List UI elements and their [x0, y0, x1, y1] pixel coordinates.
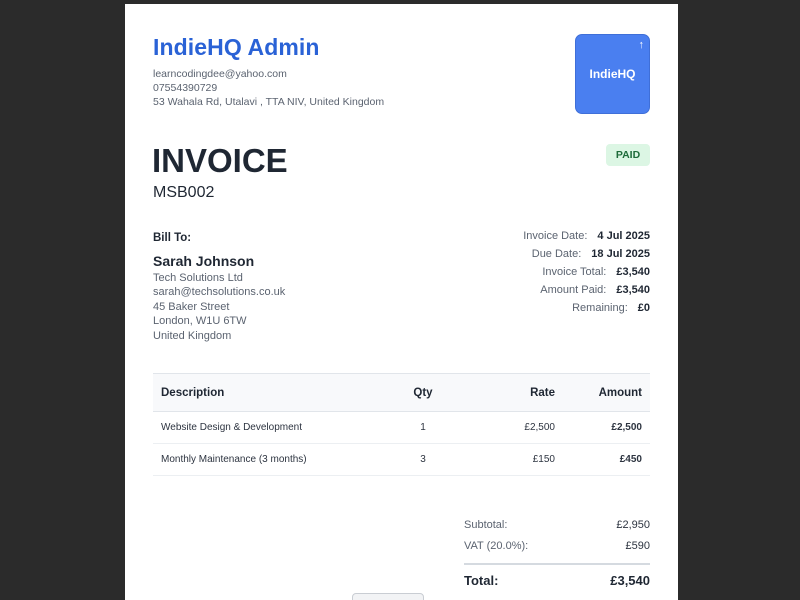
- totals-section: Subtotal: £2,950 VAT (20.0%): £590 Total…: [464, 514, 650, 588]
- company-phone: 07554390729: [153, 82, 218, 94]
- line-items-table: Description Qty Rate Amount Website Desi…: [153, 373, 650, 476]
- row-amount: £450: [563, 443, 650, 476]
- invoice-summary: Invoice Date: 4 Jul 2025 Due Date: 18 Ju…: [400, 230, 650, 320]
- row-description: Monthly Maintenance (3 months): [153, 443, 393, 476]
- client-name: Sarah Johnson: [153, 253, 255, 269]
- row-rate: £2,500: [453, 411, 563, 444]
- client-country: United Kingdom: [153, 330, 232, 342]
- summary-row-invoice-date: Invoice Date: 4 Jul 2025: [400, 230, 650, 248]
- summary-row-invoice-total: Invoice Total: £3,540: [400, 266, 650, 284]
- client-email: sarah@techsolutions.co.uk: [153, 286, 286, 298]
- client-city: London, W1U 6TW: [153, 315, 247, 327]
- bill-to-label: Bill To:: [153, 232, 192, 244]
- table-row: Website Design & Development 1 £2,500 £2…: [153, 411, 650, 444]
- summary-row-due-date: Due Date: 18 Jul 2025: [400, 248, 650, 266]
- client-street: 45 Baker Street: [153, 301, 230, 313]
- column-header-qty: Qty: [393, 373, 453, 412]
- row-amount: £2,500: [563, 411, 650, 444]
- grand-total-row: Total: £3,540: [464, 573, 650, 588]
- vat-value: £590: [625, 539, 650, 552]
- column-header-amount: Amount: [563, 373, 650, 412]
- invoice-page: IndieHQ Admin learncodingdee@yahoo.com 0…: [125, 4, 678, 600]
- invoice-heading: INVOICE: [152, 142, 288, 179]
- company-name: IndieHQ Admin: [153, 34, 320, 60]
- summary-value: £3,540: [616, 266, 650, 278]
- company-logo[interactable]: ↑ IndieHQ: [575, 34, 650, 114]
- summary-label: Invoice Total:: [542, 266, 607, 278]
- logo-text: IndieHQ: [589, 67, 636, 81]
- vat-row: VAT (20.0%): £590: [464, 535, 650, 556]
- table-header-row: Description Qty Rate Amount: [153, 373, 650, 412]
- subtotal-value: £2,950: [616, 518, 650, 531]
- summary-value: £0: [637, 302, 650, 314]
- total-value: £3,540: [610, 573, 650, 588]
- summary-value: £3,540: [616, 284, 650, 296]
- row-description: Website Design & Development: [153, 411, 393, 444]
- summary-value: 18 Jul 2025: [591, 248, 650, 260]
- row-qty: 1: [393, 411, 453, 444]
- company-email: learncodingdee@yahoo.com: [153, 68, 287, 80]
- vat-label: VAT (20.0%):: [464, 539, 529, 552]
- summary-label: Amount Paid:: [540, 284, 607, 296]
- subtotal-label: Subtotal:: [464, 518, 508, 531]
- total-label: Total:: [464, 573, 499, 588]
- row-qty: 3: [393, 443, 453, 476]
- totals-divider: [464, 563, 650, 565]
- column-header-rate: Rate: [453, 373, 563, 412]
- status-badge: PAID: [606, 144, 650, 166]
- table-row: Monthly Maintenance (3 months) 3 £150 £4…: [153, 443, 650, 476]
- row-rate: £150: [453, 443, 563, 476]
- subtotal-row: Subtotal: £2,950: [464, 514, 650, 535]
- summary-label: Invoice Date:: [523, 230, 588, 242]
- client-company: Tech Solutions Ltd: [153, 272, 243, 284]
- summary-label: Due Date:: [531, 248, 582, 260]
- arrow-up-icon: ↑: [638, 39, 645, 51]
- summary-label: Remaining:: [572, 302, 628, 314]
- summary-row-amount-paid: Amount Paid: £3,540: [400, 284, 650, 302]
- summary-value: 4 Jul 2025: [597, 230, 650, 242]
- invoice-number: MSB002: [153, 184, 215, 201]
- summary-row-remaining: Remaining: £0: [400, 302, 650, 320]
- company-address: 53 Wahala Rd, Utalavi , TTA NIV, United …: [153, 96, 385, 108]
- floating-action-tab[interactable]: [352, 593, 424, 600]
- column-header-description: Description: [153, 373, 393, 412]
